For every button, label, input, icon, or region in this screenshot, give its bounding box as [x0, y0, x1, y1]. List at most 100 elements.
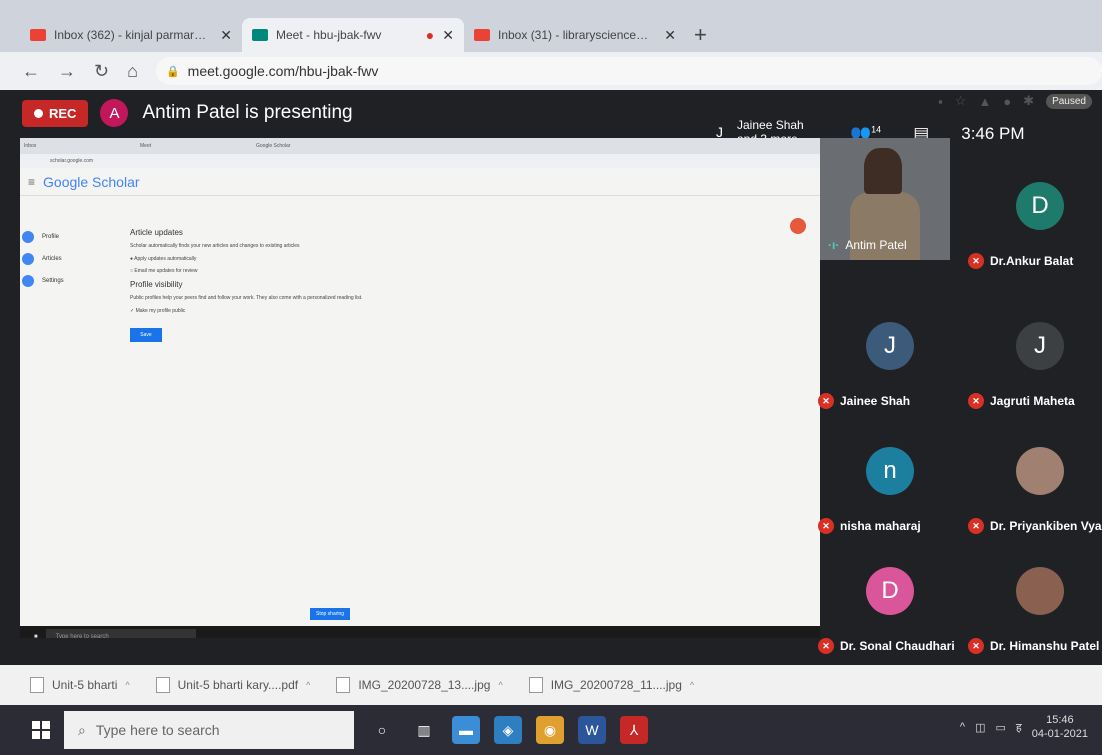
task-view-icon[interactable]: ▥ — [410, 716, 438, 744]
close-icon[interactable]: ✕ — [442, 27, 454, 44]
section-title: Article updates — [130, 228, 183, 237]
download-item[interactable]: IMG_20200728_13....jpg ^ — [336, 677, 503, 693]
close-icon[interactable]: ✕ — [664, 27, 676, 44]
participant-tile[interactable]: n ✕ nisha maharaj — [810, 425, 970, 540]
extensions-bar: ▪ ☆ ▲ ● ✱ Paused — [938, 90, 1092, 112]
image-file-icon — [336, 677, 351, 693]
url-text: meet.google.com/hbu-jbak-fwv — [187, 63, 379, 79]
camera-icon[interactable]: ▪ — [938, 94, 943, 109]
participant-name: ✕ Jagruti Maheta — [968, 393, 1075, 409]
recording-dot-icon: ● — [425, 27, 435, 43]
url-input[interactable]: 🔒 meet.google.com/hbu-jbak-fwv — [155, 57, 1102, 85]
windows-taskbar: ⌕ Type here to search ○ ▥ ▬ ◈ ◉ W ⅄ ^ ◫ … — [0, 705, 1102, 755]
tab-label: Meet - hbu-jbak-fwv — [276, 28, 382, 42]
download-item[interactable]: IMG_20200728_11....jpg ^ — [528, 677, 694, 693]
mic-muted-icon: ✕ — [968, 638, 984, 654]
store-icon[interactable]: ◈ — [494, 716, 522, 744]
taskbar-search-input[interactable]: ⌕ Type here to search — [64, 711, 354, 749]
mic-muted-icon: ✕ — [968, 253, 984, 269]
speaking-icon: ·ı· — [828, 238, 840, 252]
shared-tab: Meet — [140, 143, 152, 149]
mic-muted-icon: ✕ — [968, 393, 984, 409]
participant-tile[interactable]: D ✕ Dr. Sonal Chaudhari — [810, 545, 970, 660]
home-icon[interactable]: ⌂ — [127, 61, 138, 82]
meet-icon — [252, 29, 268, 41]
file-icon — [30, 677, 44, 693]
scholar-sidebar: Profile Articles Settings — [22, 226, 122, 292]
chevron-up-icon[interactable]: ^ — [960, 721, 965, 733]
chevron-up-icon[interactable]: ^ — [306, 680, 310, 690]
search-icon: ⌕ — [78, 721, 86, 738]
download-item[interactable]: Unit-5 bharti kary....pdf ^ — [155, 677, 310, 693]
extension-icon[interactable]: ▲ — [978, 94, 991, 109]
shared-search-box: Type here to search — [45, 629, 196, 638]
word-icon[interactable]: W — [578, 716, 606, 744]
shared-address-bar: scholar.google.com — [20, 154, 820, 168]
system-tray: ^ ◫ ▭ ह 15:46 04-01-2021 — [960, 713, 1088, 741]
presenting-text: Antim Patel is presenting — [142, 102, 353, 123]
language-icon[interactable]: ह — [1016, 720, 1022, 735]
windows-start-icon[interactable] — [32, 721, 50, 739]
tab-gmail-inbox[interactable]: Inbox (362) - kinjal parmar@baou ✕ — [20, 18, 242, 52]
chevron-up-icon[interactable]: ^ — [690, 680, 694, 690]
save-button: Save — [130, 328, 162, 342]
cortana-icon[interactable]: ○ — [368, 716, 396, 744]
screen: Inbox (362) - kinjal parmar@baou ✕ Meet … — [0, 0, 1102, 755]
back-icon[interactable]: ← — [22, 61, 40, 82]
participant-tile[interactable]: D ✕ Dr.Ankur Balat — [960, 160, 1102, 275]
pdf-file-icon — [155, 677, 170, 693]
file-explorer-icon[interactable]: ▬ — [452, 716, 480, 744]
forward-icon[interactable]: → — [58, 61, 76, 82]
sidebar-item-articles: Articles — [22, 248, 122, 270]
participant-name: ·ı· Antim Patel — [828, 238, 907, 252]
chrome-icon[interactable]: ◉ — [536, 716, 564, 744]
checkbox-option: ✓ Make my profile public — [130, 308, 186, 314]
mic-muted-icon: ✕ — [818, 393, 834, 409]
tab-label: Inbox (31) - libraryscience@baou — [498, 28, 656, 42]
section-text: Public profiles help your peers find and… — [130, 295, 363, 301]
puzzle-icon[interactable]: ✱ — [1023, 93, 1034, 109]
articles-icon — [22, 253, 34, 265]
acrobat-icon[interactable]: ⅄ — [620, 716, 648, 744]
taskbar-clock[interactable]: 15:46 04-01-2021 — [1032, 713, 1088, 741]
scholar-header: ≡ Google Scholar — [20, 168, 820, 196]
sharing-banner: Stop sharing — [310, 608, 351, 620]
profile-paused-badge[interactable]: Paused — [1046, 93, 1092, 109]
close-icon[interactable]: ✕ — [220, 27, 232, 44]
participant-tile[interactable]: ✕ Dr. Himanshu Patel — [960, 545, 1102, 660]
chevron-up-icon[interactable]: ^ — [125, 680, 129, 690]
section-text: Scholar automatically finds your new art… — [130, 243, 300, 249]
participant-name: ✕ Dr. Sonal Chaudhari — [818, 638, 955, 654]
person-head — [864, 148, 902, 194]
tab-meet[interactable]: Meet - hbu-jbak-fwv ● ✕ — [242, 18, 464, 52]
extension-icon[interactable]: ● — [1003, 94, 1011, 109]
participant-tile[interactable]: J ✕ Jagruti Maheta — [960, 300, 1102, 415]
scholar-settings: Article updates Scholar automatically fi… — [130, 228, 530, 342]
reload-icon[interactable]: ↻ — [94, 61, 109, 82]
participant-name: ✕ Dr.Ankur Balat — [968, 253, 1073, 269]
radio-option: ○ Email me updates for review — [130, 268, 198, 274]
gmail-icon — [474, 29, 490, 41]
presenter-avatar: A — [100, 99, 129, 127]
tab-gmail-library[interactable]: Inbox (31) - libraryscience@baou ✕ — [464, 18, 686, 52]
participant-avatar: J — [1016, 322, 1064, 370]
participant-tile-video[interactable]: ·ı· Antim Patel — [820, 138, 950, 260]
participant-avatar: n — [866, 447, 914, 495]
chevron-up-icon[interactable]: ^ — [498, 680, 502, 690]
address-bar-row: ← → ↻ ⌂ 🔒 meet.google.com/hbu-jbak-fwv — [0, 52, 1102, 90]
participant-tile[interactable]: J ✕ Jainee Shah — [810, 300, 970, 415]
settings-icon — [22, 275, 34, 287]
participant-photo — [1016, 447, 1064, 495]
network-icon[interactable]: ◫ — [975, 721, 985, 734]
participant-name: ✕ nisha maharaj — [818, 518, 921, 534]
participant-name: ✕ Jainee Shah — [818, 393, 910, 409]
record-dot-icon — [34, 108, 43, 118]
participant-tile[interactable]: ✕ Dr. Priyankiben Vya — [960, 425, 1102, 540]
download-item[interactable]: Unit-5 bharti ^ — [30, 677, 130, 693]
downloads-bar: Unit-5 bharti ^ Unit-5 bharti kary....pdf… — [0, 665, 1102, 705]
star-icon[interactable]: ☆ — [955, 93, 967, 109]
participant-name: ✕ Dr. Priyankiben Vya — [968, 518, 1102, 534]
new-tab-button[interactable]: + — [694, 18, 707, 52]
image-file-icon — [528, 677, 543, 693]
battery-icon[interactable]: ▭ — [995, 721, 1005, 734]
